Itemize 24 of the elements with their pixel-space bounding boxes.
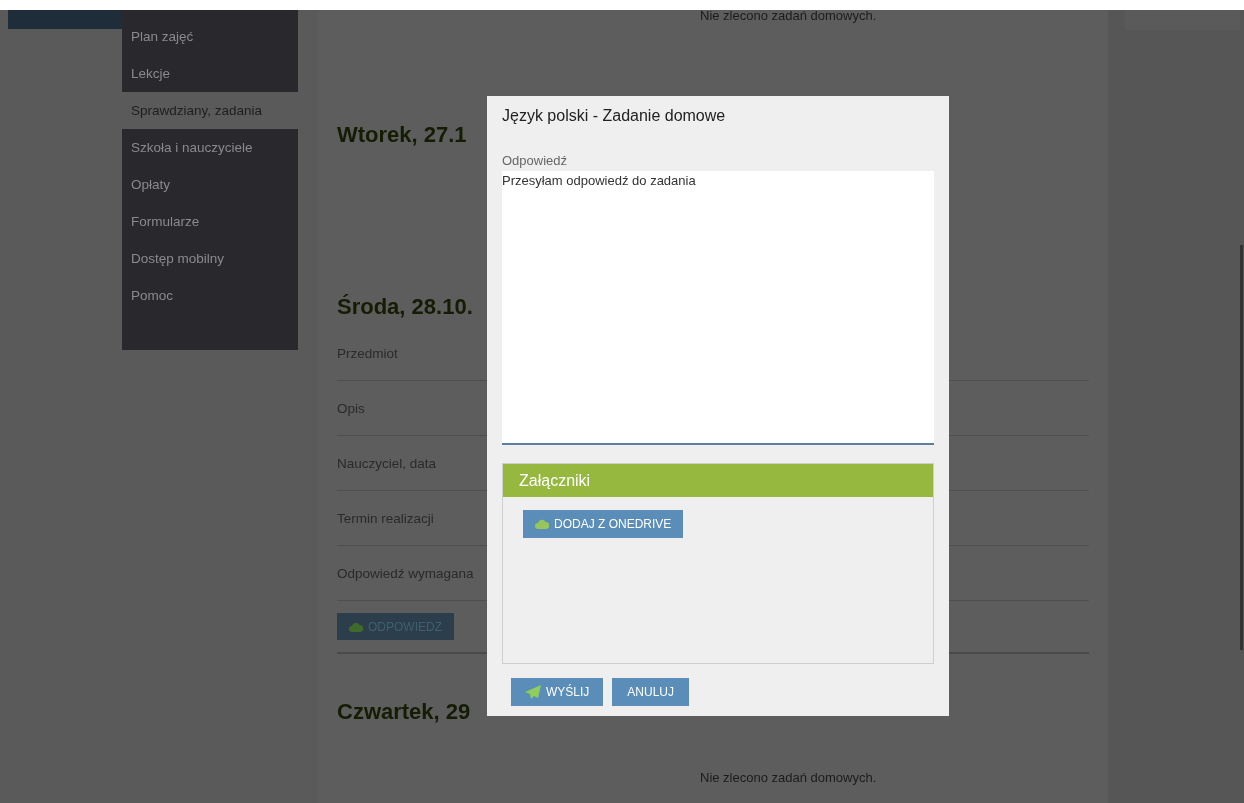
- answer-field[interactable]: Przesyłam odpowiedź do zadania: [502, 171, 934, 445]
- day-heading: Czwartek, 29: [337, 699, 472, 725]
- empty-note: Nie zlecono zadań domowych.: [699, 769, 878, 787]
- day-heading: Środa, 28.10.: [337, 294, 474, 320]
- onedrive-button[interactable]: DODAJ Z ONEDRIVE: [523, 510, 684, 538]
- scrollbar-thumb[interactable]: [1240, 245, 1243, 650]
- sidebar-item[interactable]: Lekcje: [122, 55, 298, 92]
- sidebar-item[interactable]: Opłaty: [122, 166, 298, 203]
- sidebar-item[interactable]: Dostęp mobilny: [122, 240, 298, 277]
- sidebar-item[interactable]: Pomoc: [122, 277, 298, 314]
- cancel-button[interactable]: ANULUJ: [612, 678, 690, 706]
- send-button[interactable]: WYŚLIJ: [511, 678, 604, 706]
- answer-label: Odpowiedź: [502, 153, 569, 169]
- paper-plane-icon: [525, 685, 541, 699]
- dialog-title: Język polski - Zadanie domowe: [502, 106, 727, 126]
- sidebar-item[interactable]: Formularze: [122, 203, 298, 240]
- sidebar-item[interactable]: Plan zajęć: [122, 18, 298, 55]
- cloud-icon: [349, 621, 363, 632]
- cloud-icon: [535, 519, 549, 529]
- attachments-title: Załączniki: [503, 464, 933, 497]
- day-heading: Wtorek, 27.1: [337, 122, 468, 148]
- sidebar-item[interactable]: Sprawdziany, zadania: [122, 92, 298, 129]
- sidebar-item[interactable]: Szkoła i nauczyciele: [122, 129, 298, 166]
- empty-note: Nie zlecono zadań domowych.: [699, 7, 878, 25]
